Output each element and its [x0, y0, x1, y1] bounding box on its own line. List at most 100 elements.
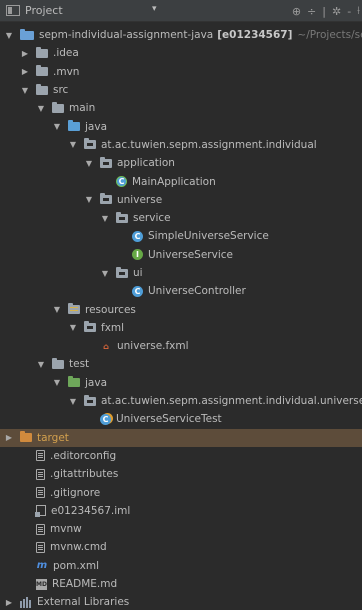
- tree-item-pom[interactable]: ▶mpom.xml: [0, 557, 362, 575]
- expanded-arrow-icon[interactable]: ▼: [36, 360, 46, 369]
- tree-item-universe-fxml[interactable]: ▶⌂universe.fxml: [0, 337, 362, 355]
- tree-item-label: sepm-individual-assignment-java: [39, 29, 214, 42]
- libraries-icon: [20, 596, 32, 608]
- resources-folder-icon: [68, 303, 80, 315]
- tree-item-label: mvnw.cmd: [50, 541, 107, 554]
- tree-item-package-individual[interactable]: ▼ at.ac.tuwien.sepm.assignment.individual: [0, 136, 362, 154]
- class-icon: C: [132, 230, 143, 242]
- tree-item-label: .mvn: [53, 65, 80, 78]
- expanded-arrow-icon[interactable]: ▼: [84, 195, 94, 204]
- expanded-arrow-icon[interactable]: ▼: [100, 214, 110, 223]
- tree-item-label: .gitignore: [50, 486, 101, 499]
- tree-item-mainapplication[interactable]: ▶CMainApplication: [0, 172, 362, 190]
- chevron-down-icon[interactable]: ▾: [152, 4, 157, 14]
- tree-item-label: UniverseController: [148, 285, 246, 298]
- expanded-arrow-icon[interactable]: ▼: [100, 269, 110, 278]
- tree-item-label: MainApplication: [132, 175, 216, 188]
- tree-item-label: SimpleUniverseService: [148, 230, 269, 243]
- module-folder-icon: [20, 28, 34, 40]
- tree-item-mvnw-cmd[interactable]: ▶mvnw.cmd: [0, 538, 362, 556]
- tree-item-root[interactable]: ▼ sepm-individual-assignment-java [e012345…: [0, 26, 362, 44]
- tree-item-editorconfig[interactable]: ▶.editorconfig: [0, 447, 362, 465]
- tree-item-label: application: [117, 157, 175, 170]
- tree-item-gitignore[interactable]: ▶.gitignore: [0, 483, 362, 501]
- expanded-arrow-icon[interactable]: ▼: [36, 104, 46, 113]
- tree-item-readme[interactable]: ▶MDREADME.md: [0, 575, 362, 593]
- expanded-arrow-icon[interactable]: ▼: [68, 140, 78, 149]
- toolbar-separator: |: [322, 4, 326, 18]
- tree-item-package-universe-test[interactable]: ▼ at.ac.tuwien.sepm.assignment.individual…: [0, 392, 362, 410]
- expanded-arrow-icon[interactable]: ▼: [52, 122, 62, 131]
- tree-item-iml[interactable]: ▶e01234567.iml: [0, 502, 362, 520]
- package-icon: [84, 321, 96, 333]
- tree-item-label: pom.xml: [53, 559, 100, 572]
- maven-icon: m: [36, 560, 48, 572]
- tree-item-label: target: [37, 431, 69, 444]
- tree-item-gitattributes[interactable]: ▶.gitattributes: [0, 465, 362, 483]
- expanded-arrow-icon[interactable]: ▼: [84, 159, 94, 168]
- tree-item-universeservicetest[interactable]: ▶CUniverseServiceTest: [0, 410, 362, 428]
- tree-item-label: at.ac.tuwien.sepm.assignment.individual.…: [101, 395, 362, 408]
- test-folder-icon: [68, 376, 80, 388]
- collapsed-arrow-icon[interactable]: ▶: [20, 49, 30, 58]
- tree-item-mvn[interactable]: ▶ .mvn: [0, 63, 362, 81]
- tree-item-universe[interactable]: ▼ universe: [0, 191, 362, 209]
- folder-icon: [52, 101, 64, 113]
- package-icon: [100, 156, 112, 168]
- tree-item-test[interactable]: ▼ test: [0, 355, 362, 373]
- tree-item-resources[interactable]: ▼ resources: [0, 300, 362, 318]
- collapse-all-icon[interactable]: ÷: [307, 5, 316, 18]
- gear-dropdown-icon[interactable]: -: [347, 5, 351, 18]
- collapsed-arrow-icon[interactable]: ▶: [4, 598, 14, 607]
- expanded-arrow-icon[interactable]: ▼: [4, 31, 14, 40]
- header-toolbar: ⊕ ÷ | ✲ - ⟊: [292, 0, 362, 22]
- tree-item-label: service: [133, 212, 171, 225]
- tree-item-external-libraries[interactable]: ▶ External Libraries: [0, 593, 362, 610]
- markdown-file-icon: MD: [36, 578, 47, 590]
- locate-icon[interactable]: ⊕: [292, 5, 301, 18]
- tree-item-src[interactable]: ▼ src: [0, 81, 362, 99]
- tree-item-label: .idea: [53, 47, 79, 60]
- tree-item-mvnw[interactable]: ▶mvnw: [0, 520, 362, 538]
- tree-item-label: java: [85, 120, 107, 133]
- tree-item-fxml-folder[interactable]: ▼ fxml: [0, 319, 362, 337]
- tree-item-universeservice[interactable]: ▶IUniverseService: [0, 246, 362, 264]
- excluded-folder-icon: [20, 431, 32, 443]
- project-path-label: ~/Projects/sepm: [297, 29, 362, 42]
- tree-item-application[interactable]: ▼ application: [0, 154, 362, 172]
- tree-item-label: README.md: [52, 578, 118, 591]
- package-icon: [100, 193, 112, 205]
- project-view-title[interactable]: Project: [25, 4, 63, 17]
- tree-item-main-java[interactable]: ▼ java: [0, 117, 362, 135]
- tree-item-test-java[interactable]: ▼ java: [0, 374, 362, 392]
- gear-icon[interactable]: ✲: [332, 5, 341, 18]
- interface-icon: I: [132, 249, 143, 261]
- tree-item-label: src: [53, 84, 69, 97]
- tree-item-service[interactable]: ▼ service: [0, 209, 362, 227]
- tree-item-label: mvnw: [50, 523, 82, 536]
- tree-item-label: External Libraries: [37, 596, 130, 609]
- tree-item-target[interactable]: ▶ target: [0, 428, 362, 447]
- tree-item-label: universe.fxml: [117, 340, 189, 353]
- tree-item-ui[interactable]: ▼ ui: [0, 264, 362, 282]
- tree-item-main[interactable]: ▼ main: [0, 99, 362, 117]
- expanded-arrow-icon[interactable]: ▼: [52, 305, 62, 314]
- module-file-icon: [35, 505, 46, 518]
- expanded-arrow-icon[interactable]: ▼: [68, 323, 78, 332]
- expanded-arrow-icon[interactable]: ▼: [20, 86, 30, 95]
- tree-item-simpleuniverseservice[interactable]: ▶CSimpleUniverseService: [0, 227, 362, 245]
- collapsed-arrow-icon[interactable]: ▶: [4, 433, 14, 442]
- tree-item-idea[interactable]: ▶ .idea: [0, 44, 362, 62]
- tree-item-label: .gitattributes: [50, 468, 119, 481]
- class-icon: C: [132, 285, 143, 297]
- tree-item-universecontroller[interactable]: ▶CUniverseController: [0, 282, 362, 300]
- package-icon: [116, 211, 128, 223]
- hide-icon[interactable]: ⟊: [357, 4, 360, 18]
- expanded-arrow-icon[interactable]: ▼: [68, 397, 78, 406]
- folder-icon: [36, 83, 48, 95]
- expanded-arrow-icon[interactable]: ▼: [52, 378, 62, 387]
- text-file-icon: [36, 468, 45, 480]
- project-tree[interactable]: ▼ sepm-individual-assignment-java [e012345…: [0, 22, 362, 610]
- collapsed-arrow-icon[interactable]: ▶: [20, 67, 30, 76]
- package-icon: [116, 266, 128, 278]
